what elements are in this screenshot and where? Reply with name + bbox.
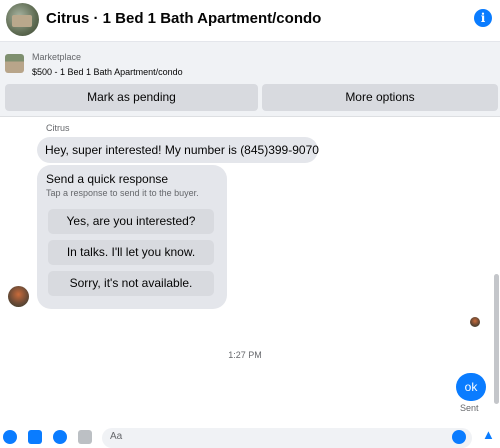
sender-name: Citrus xyxy=(46,123,70,133)
thumbs-up-icon[interactable]: ▲ xyxy=(482,428,496,442)
message-composer: Aa ▲ xyxy=(0,424,500,448)
info-icon[interactable]: i xyxy=(474,9,492,27)
message-input[interactable]: Aa xyxy=(102,428,472,448)
gif-icon[interactable] xyxy=(78,430,92,444)
more-options-button[interactable]: More options xyxy=(262,84,498,111)
quick-response-subtitle: Tap a response to send it to the buyer. xyxy=(46,188,199,198)
conversation-title[interactable]: Citrus · 1 Bed 1 Bath Apartment/condo xyxy=(46,10,321,27)
marketplace-label: Marketplace xyxy=(32,52,82,62)
listing-thumbnail[interactable] xyxy=(5,54,24,73)
quick-response-option[interactable]: Yes, are you interested? xyxy=(48,209,214,234)
photo-icon[interactable] xyxy=(28,430,42,444)
emoji-icon[interactable] xyxy=(452,430,466,444)
sticker-icon[interactable] xyxy=(53,430,67,444)
scrollbar-thumb[interactable] xyxy=(494,274,499,404)
marketplace-banner: Marketplace $500 - 1 Bed 1 Bath Apartmen… xyxy=(0,41,500,117)
quick-response-option[interactable]: In talks. I'll let you know. xyxy=(48,240,214,265)
thread-scrollbar[interactable] xyxy=(494,124,499,414)
quick-response-option[interactable]: Sorry, it's not available. xyxy=(48,271,214,296)
message-status: Sent xyxy=(460,403,479,413)
quick-response-title: Send a quick response xyxy=(46,172,169,186)
outgoing-message: ok xyxy=(456,373,486,401)
incoming-message: Hey, super interested! My number is (845… xyxy=(37,137,319,163)
message-timestamp: 1:27 PM xyxy=(228,350,262,360)
sender-avatar[interactable] xyxy=(8,286,29,307)
seen-avatar xyxy=(470,317,480,327)
conversation-avatar[interactable] xyxy=(6,3,39,36)
quick-response-card: Send a quick response Tap a response to … xyxy=(37,165,227,309)
conversation-header: Citrus · 1 Bed 1 Bath Apartment/condo i xyxy=(0,0,500,40)
listing-title[interactable]: $500 - 1 Bed 1 Bath Apartment/condo xyxy=(32,67,183,77)
mark-as-pending-button[interactable]: Mark as pending xyxy=(5,84,258,111)
plus-icon[interactable] xyxy=(3,430,17,444)
